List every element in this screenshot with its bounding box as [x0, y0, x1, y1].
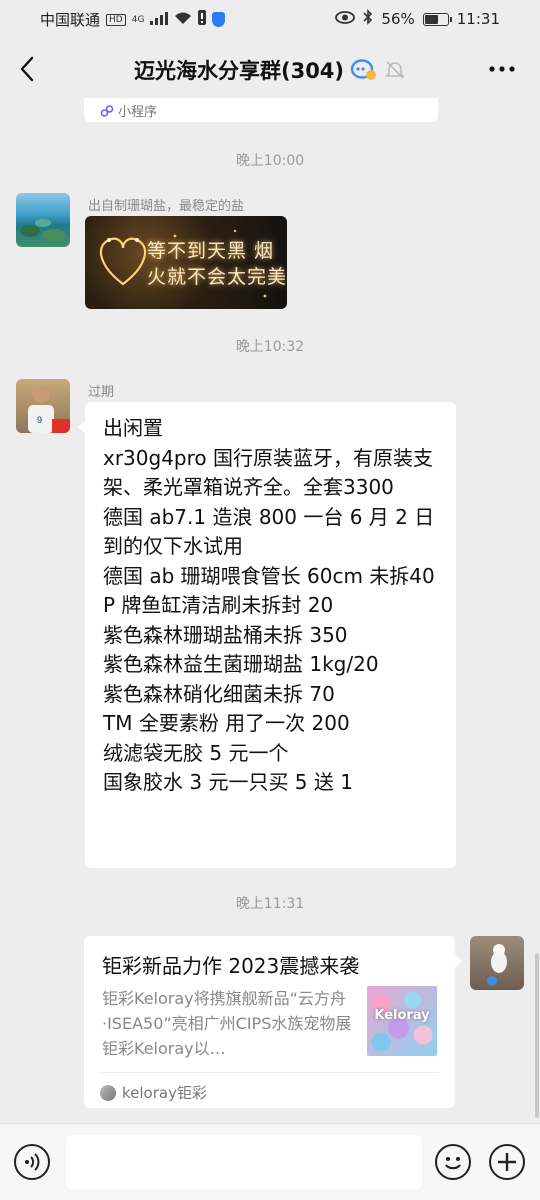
- figurine-avatar-image: [487, 944, 507, 986]
- card-divider: [100, 1072, 439, 1073]
- bubble-tail: [78, 420, 86, 434]
- battery-percent: 56%: [381, 10, 415, 28]
- time-divider: 晚上10:32: [235, 339, 305, 355]
- svg-text:9: 9: [37, 415, 42, 425]
- link-card-message[interactable]: 钜彩新品力作 2023震撼来袭 钜彩Keloray将携旗舰新品“云方舟·ISEA…: [84, 936, 462, 1108]
- mini-program-text: 小程序: [118, 105, 158, 120]
- time-divider: 晚上10:00: [235, 153, 305, 169]
- network-type-label: 4G: [131, 14, 145, 25]
- emoji-icon: [445, 1157, 461, 1170]
- card-thumbnail: Keloray: [367, 986, 437, 1056]
- bluetooth-icon: [363, 9, 373, 29]
- my-avatar[interactable]: [470, 936, 524, 990]
- group-chat-icon: [350, 59, 377, 80]
- voice-button[interactable]: [14, 1144, 50, 1180]
- previous-card[interactable]: 小程序: [84, 98, 438, 122]
- mute-bell-icon: [385, 61, 405, 79]
- text-message-bubble[interactable]: 出闲置 xr30g4pro 国行原装蓝牙，有原装支架、柔光罩箱说齐全。全套330…: [78, 402, 456, 868]
- mini-program-icon: [100, 104, 114, 117]
- avatar[interactable]: [16, 193, 70, 247]
- voice-icon: [25, 1153, 40, 1171]
- more-button[interactable]: [486, 54, 518, 84]
- battery-level-fill: [424, 14, 439, 24]
- reef-avatar-image: [20, 219, 66, 241]
- eye-icon: [335, 10, 356, 28]
- chat-title[interactable]: 迈光海水分享群(304): [0, 55, 540, 85]
- input-bar: [0, 1123, 540, 1200]
- more-functions-button[interactable]: [489, 1144, 525, 1180]
- time-divider: 晚上11:31: [235, 896, 305, 912]
- signal-icon: [150, 11, 169, 29]
- card-description: 钜彩Keloray将携旗舰新品“云方舟·ISEA50”亮相广州CIPS水族宠物展…: [102, 989, 352, 1058]
- scrollbar[interactable]: [535, 953, 539, 1118]
- sender-name: 过期: [88, 385, 115, 400]
- more-icon: [489, 66, 515, 72]
- image-caption: 等不到天黑 烟火就不会太完美: [147, 240, 287, 288]
- message-input[interactable]: [66, 1135, 422, 1189]
- wifi-icon: [174, 11, 192, 29]
- message-list[interactable]: 小程序 晚上10:00 出自制珊瑚盐，最稳定的盐 等不到天黑 烟火就不会太完美 …: [0, 98, 540, 1123]
- carrier-label: 中国联通: [40, 11, 101, 29]
- chat-header: 迈光海水分享群(304): [0, 40, 540, 98]
- player-avatar-image: 9: [28, 385, 70, 433]
- emoji-button[interactable]: [435, 1144, 471, 1180]
- thumbnail-brand-text: Keloray: [374, 1008, 430, 1023]
- card-title: 钜彩新品力作 2023震撼来袭: [102, 954, 360, 978]
- image-message[interactable]: 等不到天黑 烟火就不会太完美: [85, 216, 287, 309]
- sender-name: 出自制珊瑚盐，最稳定的盐: [88, 199, 245, 214]
- group-name: 迈光海水分享群(304): [133, 59, 345, 83]
- alert-icon: [198, 10, 207, 29]
- card-source: keloray钜彩: [100, 1082, 207, 1103]
- mini-program-label: 小程序: [100, 101, 157, 120]
- clock: 11:31: [456, 10, 500, 28]
- source-avatar-icon: [100, 1084, 116, 1101]
- message-text: 出闲置 xr30g4pro 国行原装蓝牙，有原装支架、柔光罩箱说齐全。全套330…: [103, 416, 435, 794]
- status-bar: 中国联通 HD 4G 56% 11:31: [0, 0, 540, 36]
- battery-icon: [422, 12, 452, 26]
- plus-icon: [498, 1153, 516, 1171]
- source-name: keloray钜彩: [122, 1084, 207, 1102]
- shield-icon: [212, 12, 226, 27]
- avatar[interactable]: 9: [16, 379, 70, 433]
- hd-icon: HD: [106, 13, 126, 26]
- bubble-tail: [454, 954, 462, 968]
